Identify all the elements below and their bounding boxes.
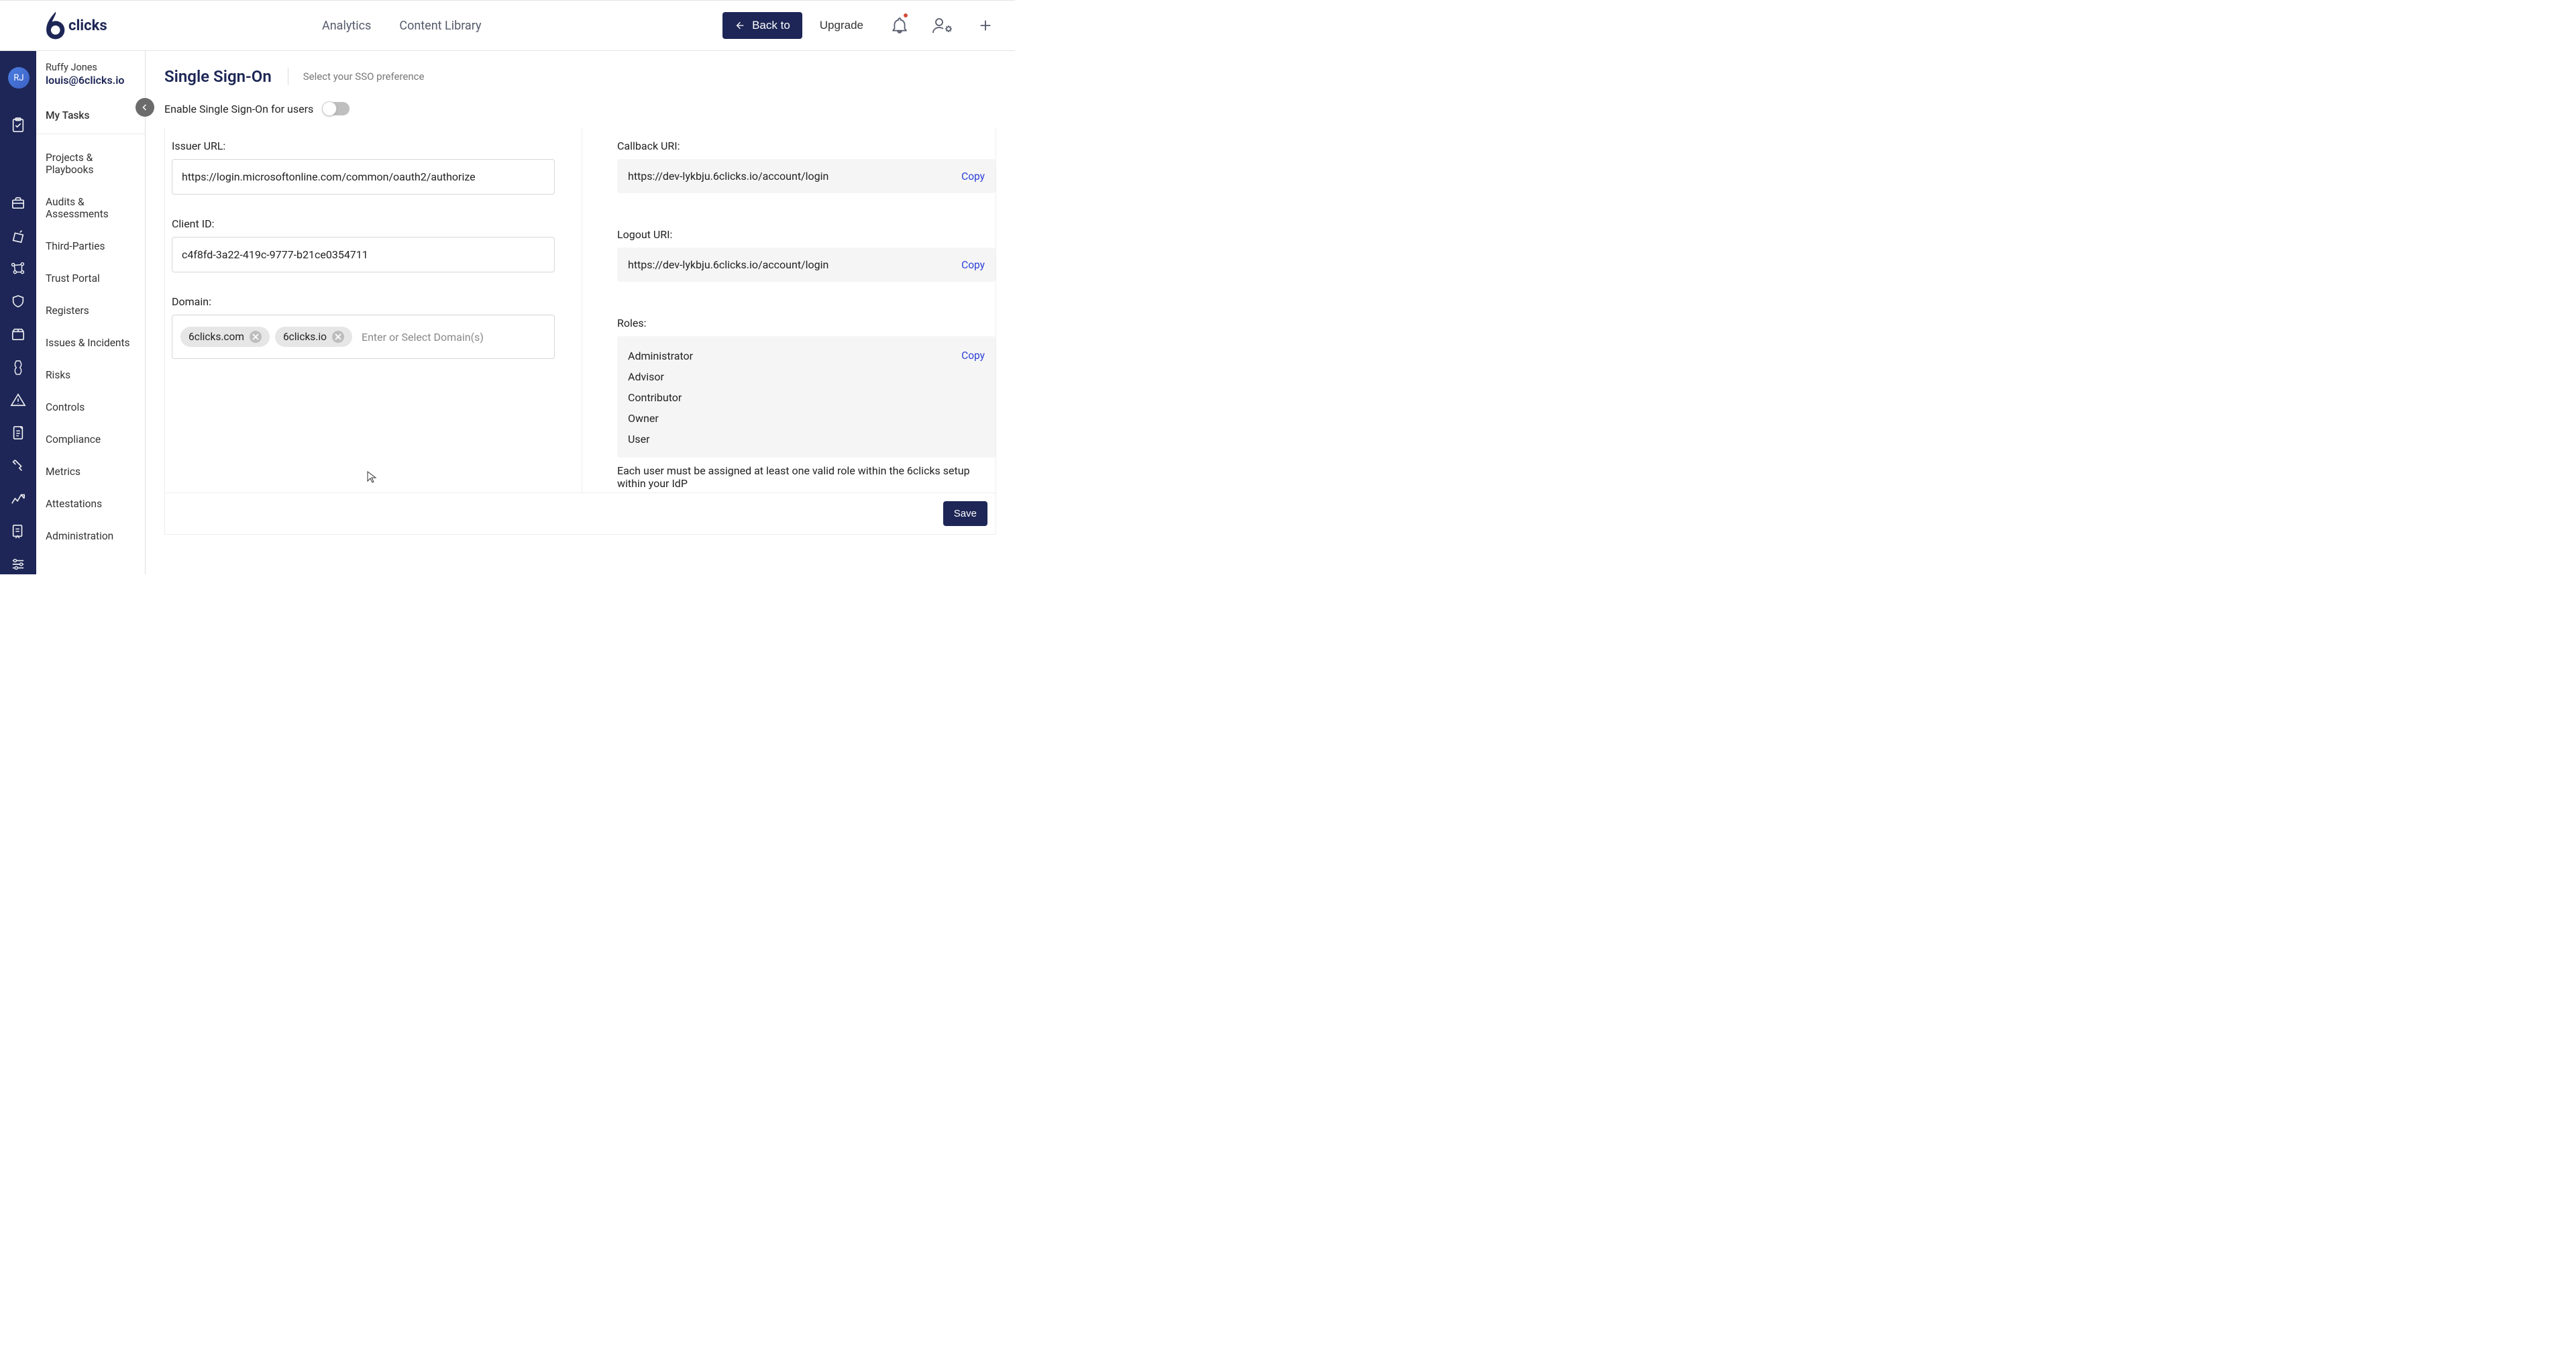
remove-tag-button[interactable] — [250, 331, 262, 343]
close-icon — [252, 333, 259, 340]
rail-tasks-icon[interactable] — [8, 115, 28, 135]
page-subtitle: Select your SSO preference — [288, 68, 425, 85]
rail-controls-icon[interactable] — [8, 423, 28, 443]
rail-trustportal-icon[interactable] — [8, 291, 28, 311]
upgrade-button[interactable]: Upgrade — [820, 19, 863, 32]
issuer-url-label: Issuer URL: — [172, 140, 555, 152]
icon-rail — [0, 51, 36, 574]
domain-tag: 6clicks.io — [275, 327, 352, 347]
user-name: Ruffy Jones — [46, 62, 136, 73]
sidebar-item-compliance[interactable]: Compliance — [36, 433, 145, 446]
copy-logout-button[interactable]: Copy — [961, 259, 985, 271]
rail-issues-icon[interactable] — [8, 357, 28, 377]
rail-risks-icon[interactable] — [8, 390, 28, 410]
sidebar-item-projects[interactable]: Projects & Playbooks — [36, 152, 145, 176]
sidebar-item-thirdparties[interactable]: Third-Parties — [36, 240, 145, 252]
main: Single Sign-On Select your SSO preferenc… — [146, 51, 1015, 574]
rail-projects-icon[interactable] — [8, 193, 28, 213]
role-item: Advisor — [628, 370, 664, 383]
remove-tag-button[interactable] — [332, 331, 344, 343]
sidebar: RJ Ruffy Jones louis@6clicks.io My Tasks… — [36, 51, 146, 574]
domain-label: Domain: — [172, 295, 555, 308]
roles-label: Roles: — [617, 317, 996, 329]
rail-audits-icon[interactable] — [8, 225, 28, 246]
domain-tag: 6clicks.com — [180, 327, 270, 347]
sidebar-item-my-tasks[interactable]: My Tasks — [36, 93, 145, 134]
rail-administration-icon[interactable] — [8, 554, 28, 574]
enable-sso-label: Enable Single Sign-On for users — [164, 103, 313, 115]
roles-note: Each user must be assigned at least one … — [617, 464, 996, 490]
rail-compliance-icon[interactable] — [8, 456, 28, 476]
sidebar-item-administration[interactable]: Administration — [36, 530, 145, 542]
role-item: Contributor — [628, 391, 682, 404]
client-id-input[interactable] — [172, 237, 555, 272]
rail-metrics-icon[interactable] — [8, 488, 28, 509]
callback-uri-label: Callback URI: — [617, 140, 996, 152]
issuer-url-input[interactable] — [172, 159, 555, 195]
sidebar-item-issues[interactable]: Issues & Incidents — [36, 337, 145, 349]
user-email: louis@6clicks.io — [46, 74, 136, 87]
logo-text: clicks — [68, 17, 107, 34]
plus-icon — [978, 18, 993, 33]
rail-registers-icon[interactable] — [8, 324, 28, 344]
bell-icon — [891, 17, 908, 34]
rail-thirdparties-icon[interactable] — [8, 258, 28, 278]
domain-tag-label: 6clicks.com — [189, 331, 244, 343]
sidebar-item-trustportal[interactable]: Trust Portal — [36, 272, 145, 284]
sso-panel: Issuer URL: Client ID: Domain: 6clicks.c… — [164, 127, 996, 535]
notification-dot-icon — [904, 13, 908, 17]
close-icon — [335, 333, 341, 340]
sidebar-item-risks[interactable]: Risks — [36, 369, 145, 381]
role-item: User — [628, 433, 650, 446]
logout-uri-label: Logout URI: — [617, 228, 996, 241]
page-title: Single Sign-On — [164, 67, 272, 86]
sidebar-item-registers[interactable]: Registers — [36, 305, 145, 317]
logout-uri-box: https://dev-lykbju.6clicks.io/account/lo… — [617, 248, 996, 282]
enable-sso-toggle[interactable] — [323, 102, 350, 115]
topbar: clicks Analytics Content Library Back to… — [0, 0, 1015, 51]
roles-box: Administrator Copy Advisor Contributor O… — [617, 336, 996, 458]
save-button[interactable]: Save — [943, 501, 987, 526]
domain-input[interactable]: 6clicks.com 6clicks.io — [172, 315, 555, 359]
logout-uri-value: https://dev-lykbju.6clicks.io/account/lo… — [628, 258, 828, 271]
avatar[interactable]: RJ — [8, 67, 30, 89]
logo[interactable]: clicks — [0, 10, 144, 41]
user-block: Ruffy Jones louis@6clicks.io — [36, 51, 145, 93]
domain-tag-label: 6clicks.io — [283, 331, 327, 343]
user-settings-button[interactable] — [932, 15, 953, 36]
sidebar-item-metrics[interactable]: Metrics — [36, 466, 145, 478]
back-button[interactable]: Back to — [722, 12, 802, 39]
role-item: Administrator — [628, 350, 693, 362]
domain-placeholder: Enter or Select Domain(s) — [358, 331, 484, 344]
sidebar-item-attestations[interactable]: Attestations — [36, 498, 145, 510]
rail-attestations-icon[interactable] — [8, 521, 28, 541]
arrow-left-icon — [735, 20, 745, 31]
role-item: Owner — [628, 412, 659, 425]
user-gear-icon — [932, 16, 953, 35]
client-id-label: Client ID: — [172, 217, 555, 230]
callback-uri-box: https://dev-lykbju.6clicks.io/account/lo… — [617, 159, 996, 193]
nav-content-library[interactable]: Content Library — [399, 19, 481, 33]
top-nav: Analytics Content Library — [322, 19, 482, 33]
add-button[interactable] — [975, 15, 996, 36]
callback-uri-value: https://dev-lykbju.6clicks.io/account/lo… — [628, 170, 828, 182]
back-button-label: Back to — [752, 19, 790, 32]
notifications-button[interactable] — [889, 15, 910, 36]
sidebar-item-audits[interactable]: Audits & Assessments — [36, 196, 145, 220]
nav-analytics[interactable]: Analytics — [322, 19, 371, 33]
copy-roles-button[interactable]: Copy — [961, 350, 985, 362]
copy-callback-button[interactable]: Copy — [961, 170, 985, 182]
sidebar-item-controls[interactable]: Controls — [36, 401, 145, 413]
